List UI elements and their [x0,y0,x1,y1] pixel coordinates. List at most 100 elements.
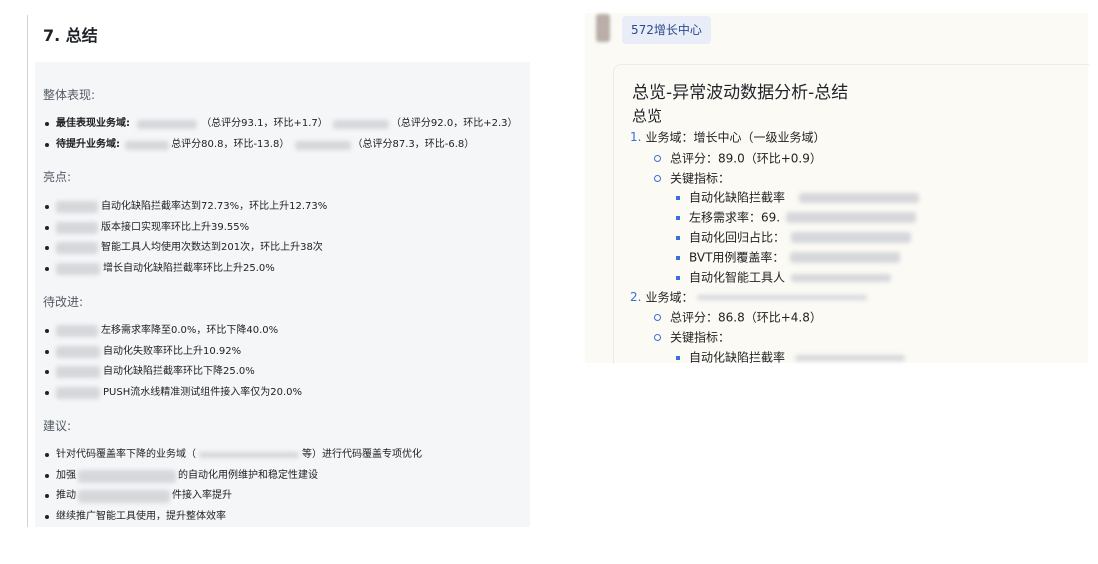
todo-item: 自动化失败率环比上升10.92% [45,345,241,359]
bullet-icon [45,350,49,354]
page-title: 7. 总结 [43,26,98,45]
metric-text: 自动化智能工具人 [689,270,786,285]
highlight-text: 版本接口实现率环比上升39.55% [101,222,250,233]
square-bullet-icon [676,235,680,240]
domain-2-item: 2. 业务域： [630,289,868,305]
todo-text: 自动化失败率环比上升10.92% [103,346,242,357]
bullet-icon [45,453,49,457]
score-1-item: 总评分：89.0（环比+0.9） [654,150,822,166]
score-1-text: 总评分：89.0（环比+0.9） [670,151,822,166]
improve-domain-score-1: 总评分80.8，环比-13.8） [171,139,290,150]
highlight-text: 自动化缺陷拦截率达到72.73%，环比上升12.73% [101,201,328,212]
redacted-text [56,346,100,358]
redacted-text [332,119,389,129]
metric-item: 自动化缺陷拦截率 [676,189,920,205]
bullet-icon [45,474,49,478]
metrics-1-label-item: 关键指标： [654,170,730,186]
redacted-text [56,201,98,213]
highlight-item: 版本接口实现率环比上升39.55% [45,221,249,235]
advice-text: 推动 [56,490,76,501]
highlight-item: 自动化缺陷拦截率达到72.73%，环比上升12.73% [45,200,327,214]
bullet-icon [45,205,49,209]
metric-item: 左移需求率：69. [676,209,917,225]
circle-bullet-icon [654,155,661,162]
redacted-text [56,387,100,399]
redacted-text [56,325,98,337]
score-2-text: 总评分：86.8（环比+4.8） [670,310,822,325]
redacted-text [56,242,98,254]
overall-heading: 整体表现: [43,88,96,102]
highlight-text: 智能工具人均使用次数达到201次，环比上升38次 [101,242,323,253]
circle-bullet-icon [654,334,661,341]
best-domain-label: 最佳表现业务域: [56,118,130,129]
best-domain-score-1: （总评分93.1，环比+1.7） [201,118,328,129]
square-bullet-icon [676,355,680,360]
metric-text: 自动化缺陷拦截率 [689,350,786,365]
advice-text: 的自动化用例维护和稳定性建设 [178,470,318,481]
highlight-item: 智能工具人均使用次数达到201次，环比上升38次 [45,241,323,255]
redacted-text [78,489,170,503]
bullet-icon [45,515,49,519]
bullet-icon [45,246,49,250]
metric-item: 自动化回归占比： [676,229,912,245]
summary-panel: 7. 总结 整体表现: 最佳表现业务域: （总评分93.1，环比+1.7） （总… [27,0,530,527]
redacted-text [78,469,176,483]
square-bullet-icon [676,195,680,200]
best-domain-item: 最佳表现业务域: （总评分93.1，环比+1.7） （总评分92.0，环比+2.… [45,117,518,131]
todo-text: 左移需求率降至0.0%，环比下降40.0% [101,325,279,336]
domain-2-text: 业务域： [645,290,694,305]
bullet-icon [45,391,49,395]
redacted-text [791,232,912,243]
metric-item: 自动化智能工具人 [676,269,892,285]
advice-text: 继续推广智能工具使用，提升整体效率 [56,511,226,522]
bullet-icon [45,267,49,271]
group-tag[interactable]: 572增长中心 [622,16,711,44]
redacted-text [137,119,198,129]
highlight-text: 增长自动化缺陷拦截率环比上升25.0% [103,263,275,274]
highlights-heading: 亮点: [43,170,72,184]
highlight-item: 增长自动化缺陷拦截率环比上升25.0% [45,262,275,276]
improve-domain-score-2: （总评分87.3，环比-6.8） [352,139,475,150]
redacted-text [125,140,170,150]
metric-text: 左移需求率：69. [689,210,781,225]
score-2-item: 总评分：86.8（环比+4.8） [654,309,822,325]
best-domain-score-2: （总评分92.0，环比+2.3） [390,118,518,129]
list-number: 2. [630,290,642,304]
redacted-text [786,212,917,223]
redacted-text [697,295,868,300]
todo-item: 自动化缺陷拦截率环比下降25.0% [45,365,255,379]
bullet-icon [45,494,49,498]
square-bullet-icon [676,255,680,260]
advice-item: 加强 的自动化用例维护和稳定性建设 [45,469,318,483]
redacted-text [56,263,100,275]
bullet-icon [45,370,49,374]
square-bullet-icon [676,215,680,220]
bullet-icon [45,122,49,126]
redacted-text [199,452,299,458]
bullet-icon [45,329,49,333]
advice-item: 继续推广智能工具使用，提升整体效率 [45,510,226,524]
advice-text: 等）进行代码覆盖专项优化 [302,449,422,460]
bullet-icon [45,226,49,230]
metric-text: 自动化回归占比： [689,230,786,245]
message-subtitle: 总览 [632,107,663,125]
redacted-text [791,273,892,282]
metrics-label: 关键指标： [670,171,731,186]
redacted-text [795,354,906,361]
list-number: 1. [630,130,642,144]
domain-1-item: 1. 业务域：增长中心（一级业务域） [630,129,825,145]
advice-text: 加强 [56,470,76,481]
todo-heading: 待改进: [43,295,84,309]
metric-text: 自动化缺陷拦截率 [689,190,786,205]
metrics-2-label-item: 关键指标： [654,329,730,345]
metric-item: BVT用例覆盖率： [676,249,901,265]
advice-heading: 建议: [43,419,72,433]
avatar [596,14,610,42]
redacted-text [56,366,100,378]
panel-divider [27,15,28,527]
todo-text: 自动化缺陷拦截率环比下降25.0% [103,366,255,377]
advice-item: 推动 件接入率提升 [45,489,232,503]
advice-item: 针对代码覆盖率下降的业务域（ 等）进行代码覆盖专项优化 [45,448,422,462]
metrics-label: 关键指标： [670,330,731,345]
redacted-text [294,140,351,150]
